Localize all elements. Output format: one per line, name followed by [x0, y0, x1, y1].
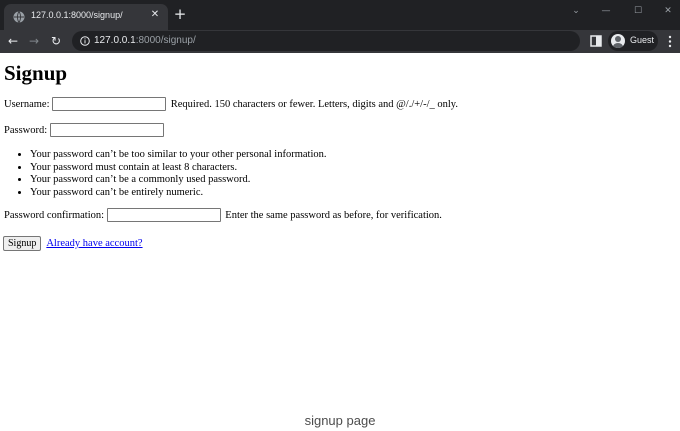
password-confirm-row: Password confirmation: Enter the same pa…: [4, 208, 442, 222]
list-item: Your password can’t be entirely numeric.: [30, 187, 326, 200]
close-tab-icon[interactable]: ✕: [149, 9, 161, 21]
page-content: Signup Username: Required. 150 character…: [0, 53, 680, 431]
browser-toolbar: ← → ↻ 127.0.0.1:8000/signup/ Guest: [0, 30, 680, 53]
form-actions: Signup Already have account?: [3, 234, 143, 252]
url-host: 127.0.0.1: [94, 35, 136, 46]
username-label: Username:: [4, 98, 50, 110]
forward-button[interactable]: →: [26, 33, 42, 49]
password-confirm-help-text: Enter the same password as before, for v…: [225, 209, 442, 221]
chevron-down-icon[interactable]: ⌄: [566, 4, 586, 18]
signup-button[interactable]: Signup: [3, 235, 42, 251]
tab-title: 127.0.0.1:8000/signup/: [31, 10, 123, 20]
list-item: Your password must contain at least 8 ch…: [30, 162, 326, 175]
side-panel-icon[interactable]: [590, 35, 602, 47]
password-rules-list: Your password can’t be too similar to yo…: [12, 149, 326, 199]
profile-label: Guest: [630, 35, 655, 45]
close-window-button[interactable]: ✕: [658, 4, 678, 18]
login-link[interactable]: Already have account?: [46, 238, 142, 249]
password-row: Password:: [4, 123, 164, 137]
maximize-button[interactable]: ☐: [628, 4, 648, 18]
avatar-icon: [611, 34, 625, 48]
browser-tab[interactable]: 127.0.0.1:8000/signup/ ✕: [4, 4, 168, 30]
username-input[interactable]: [52, 97, 167, 111]
list-item: Your password can’t be a commonly used p…: [30, 174, 326, 187]
new-tab-button[interactable]: +: [173, 7, 187, 22]
tab-bar: 127.0.0.1:8000/signup/ ✕ + ⌄ — ☐ ✕: [0, 0, 680, 30]
more-options-icon[interactable]: [666, 35, 674, 48]
password-confirm-input[interactable]: [106, 208, 221, 222]
url-text[interactable]: 127.0.0.1:8000/signup/: [94, 35, 196, 46]
image-caption: signup page: [304, 413, 376, 428]
address-bar[interactable]: 127.0.0.1:8000/signup/: [72, 31, 580, 51]
url-path: :8000/signup/: [135, 35, 196, 46]
username-help-text: Required. 150 characters or fewer. Lette…: [170, 98, 458, 110]
minimize-button[interactable]: —: [596, 4, 616, 18]
page-title: Signup: [4, 61, 68, 85]
password-input[interactable]: [49, 123, 164, 137]
back-button[interactable]: ←: [5, 33, 21, 49]
username-row: Username: Required. 150 characters or fe…: [4, 97, 458, 111]
info-icon[interactable]: [80, 36, 90, 46]
globe-icon: [13, 11, 25, 23]
password-label: Password:: [4, 124, 48, 136]
profile-button[interactable]: Guest: [608, 31, 658, 51]
password-confirm-label: Password confirmation:: [4, 209, 105, 221]
list-item: Your password can’t be too similar to yo…: [30, 149, 326, 162]
reload-button[interactable]: ↻: [48, 33, 64, 49]
